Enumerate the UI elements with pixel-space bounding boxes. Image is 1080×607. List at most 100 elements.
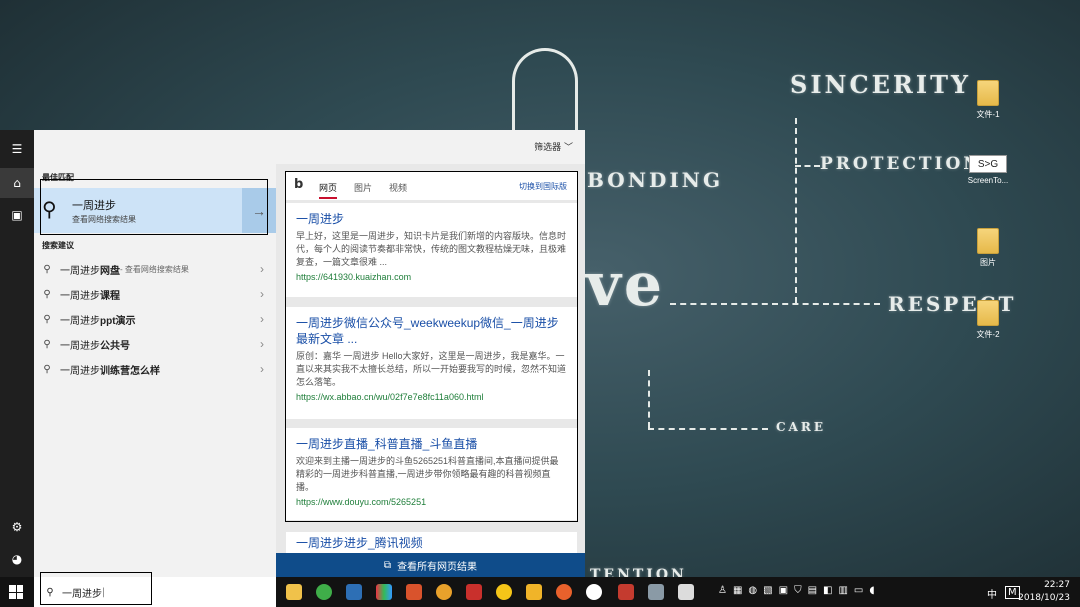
shield-icon[interactable]: ⛉ bbox=[794, 585, 808, 596]
desktop-icon-file1[interactable]: 文件-1 bbox=[958, 80, 1018, 120]
wallpaper-word-ve: ve bbox=[586, 250, 666, 320]
wechat-icon[interactable]: ◍ bbox=[748, 585, 763, 596]
menu-button[interactable]: ☰ bbox=[0, 134, 34, 164]
suggestion-text: 一周进步 bbox=[60, 315, 100, 327]
browser-icon[interactable] bbox=[316, 584, 332, 600]
volume-icon[interactable]: ◖ bbox=[869, 585, 880, 596]
wallpaper-line bbox=[648, 370, 650, 428]
network-icon[interactable]: ▦ bbox=[733, 585, 748, 596]
tray-icon[interactable]: ▣ bbox=[779, 585, 794, 596]
wallpaper-word-bonding: BONDING bbox=[587, 168, 724, 192]
powerpoint-icon[interactable] bbox=[618, 584, 634, 600]
suggestion-bold: 网盘 bbox=[100, 265, 120, 277]
wallpaper-line bbox=[795, 165, 820, 167]
clock-date: 2018/10/23 bbox=[1018, 593, 1070, 603]
suggestions-heading: 搜索建议 bbox=[42, 241, 74, 250]
desktop-icon-file2[interactable]: 文件-2 bbox=[958, 300, 1018, 340]
app-icon[interactable] bbox=[346, 584, 362, 600]
chevron-right-icon: › bbox=[260, 262, 264, 276]
view-all-results-label: 查看所有网页结果 bbox=[397, 561, 478, 573]
desktop-icon-label: 图片 bbox=[980, 258, 996, 267]
folder-icon bbox=[977, 228, 999, 254]
app-icon[interactable] bbox=[496, 584, 512, 600]
suggestion-text: 一周进步 bbox=[60, 340, 100, 352]
wallpaper-word-sincerity: SINCERITY bbox=[790, 70, 972, 99]
home-icon: ⌂ bbox=[13, 176, 21, 190]
menu-icon: ☰ bbox=[11, 142, 23, 156]
folder-icon bbox=[977, 80, 999, 106]
windows-logo-icon[interactable] bbox=[9, 585, 23, 599]
ime-indicator[interactable]: 中 bbox=[987, 586, 997, 601]
tray-icon[interactable]: ◧ bbox=[823, 585, 838, 596]
user-icon: ◕ bbox=[11, 552, 23, 566]
view-all-results-button[interactable]: ⧉ 查看所有网页结果 bbox=[276, 553, 585, 577]
home-button[interactable]: ⌂ bbox=[0, 168, 34, 198]
suggestion-bold: 训练营怎么样 bbox=[100, 365, 160, 377]
result-title[interactable]: 一周进步进步_腾讯视频 bbox=[296, 535, 567, 551]
start-rail: ☰ ⌂ ▣ ⚙ ◕ bbox=[0, 130, 34, 577]
chevron-right-icon: › bbox=[260, 312, 264, 326]
result-card[interactable]: 一周进步进步_腾讯视频 bbox=[286, 532, 577, 553]
app-icon[interactable] bbox=[648, 584, 664, 600]
suggestion-bold: 公共号 bbox=[100, 340, 130, 352]
suggestion-item[interactable]: ⚲ 一周进步 公共号 › bbox=[34, 332, 276, 356]
chevron-right-icon: › bbox=[260, 337, 264, 351]
open-external-icon: ⧉ bbox=[383, 559, 392, 571]
chevron-right-icon: › bbox=[260, 287, 264, 301]
search-icon: ⚲ bbox=[43, 338, 51, 350]
suggestion-text: 一周进步 bbox=[60, 365, 100, 377]
suggestion-item[interactable]: ⚲ 一周进步 ppt演示 › bbox=[34, 307, 276, 331]
system-tray-icons[interactable]: ♙▦◍▧▣⛉▤◧▥▭◖ bbox=[718, 585, 881, 596]
wallpaper-line bbox=[795, 118, 797, 303]
filter-dropdown[interactable]: 筛选器 ﹀ bbox=[534, 140, 573, 153]
settings-button[interactable]: ⚙ bbox=[0, 512, 34, 542]
suggestion-item[interactable]: ⚲ 一周进步 训练营怎么样 › bbox=[34, 357, 276, 381]
highlight-frame bbox=[40, 179, 268, 235]
wallpaper-line bbox=[648, 428, 768, 430]
search-icon: ⚲ bbox=[43, 288, 51, 300]
app-icon: S>G bbox=[969, 155, 1007, 173]
suggestion-suffix: - 查看网络搜索结果 bbox=[120, 264, 189, 274]
app-icon[interactable] bbox=[678, 584, 694, 600]
clock-time: 22:27 bbox=[1044, 580, 1070, 590]
suggestion-bold: 课程 bbox=[100, 290, 120, 302]
search-results-pane: 最佳匹配 ⚲ 一周进步 查看网络搜索结果 → 搜索建议 ⚲ 一周进步 网盘 - 查看… bbox=[34, 130, 276, 577]
chevron-right-icon: › bbox=[260, 362, 264, 376]
desktop-icon-label: ScreenTo... bbox=[967, 176, 1009, 185]
app-icon[interactable] bbox=[586, 584, 602, 600]
app-icon[interactable] bbox=[436, 584, 452, 600]
search-icon: ⚲ bbox=[43, 263, 51, 275]
folder-icon bbox=[977, 300, 999, 326]
wallpaper-word-care: CARE bbox=[776, 420, 826, 434]
settings-icon: ⚙ bbox=[11, 520, 23, 534]
search-icon: ⚲ bbox=[43, 313, 51, 325]
tray-icon[interactable]: ▥ bbox=[838, 585, 853, 596]
tray-icon[interactable]: ▧ bbox=[763, 585, 778, 596]
notebook-icon: ▣ bbox=[11, 208, 23, 222]
desktop-icon-screentogif[interactable]: S>G ScreenTo... bbox=[958, 155, 1018, 185]
app-icon[interactable] bbox=[526, 584, 542, 600]
wallpaper-line bbox=[670, 303, 880, 305]
highlight-frame bbox=[285, 171, 578, 522]
desktop-icon-label: 文件-1 bbox=[976, 110, 1000, 119]
desktop-icon-pictures[interactable]: 图片 bbox=[958, 228, 1018, 268]
user-button[interactable]: ◕ bbox=[0, 544, 34, 574]
desktop-icon-label: 文件-2 bbox=[976, 330, 1000, 339]
file-explorer-icon[interactable] bbox=[286, 584, 302, 600]
app-icon[interactable] bbox=[466, 584, 482, 600]
battery-icon[interactable]: ▭ bbox=[854, 585, 869, 596]
clock[interactable]: 22:27 2018/10/23 bbox=[1018, 579, 1070, 605]
suggestion-item[interactable]: ⚲ 一周进步 网盘 - 查看网络搜索结果 › bbox=[34, 257, 276, 281]
suggestion-bold: ppt演示 bbox=[100, 315, 136, 327]
tray-icon[interactable]: ▤ bbox=[808, 585, 823, 596]
app-icon[interactable] bbox=[376, 584, 392, 600]
suggestion-item[interactable]: ⚲ 一周进步 课程 › bbox=[34, 282, 276, 306]
chevron-down-icon: ﹀ bbox=[563, 143, 573, 153]
search-icon: ⚲ bbox=[43, 363, 51, 375]
suggestion-text: 一周进步 bbox=[60, 290, 100, 302]
app-icon[interactable] bbox=[406, 584, 422, 600]
notebook-button[interactable]: ▣ bbox=[0, 200, 34, 230]
people-icon[interactable]: ♙ bbox=[718, 585, 733, 596]
filter-label: 筛选器 bbox=[534, 143, 562, 153]
app-icon[interactable] bbox=[556, 584, 572, 600]
